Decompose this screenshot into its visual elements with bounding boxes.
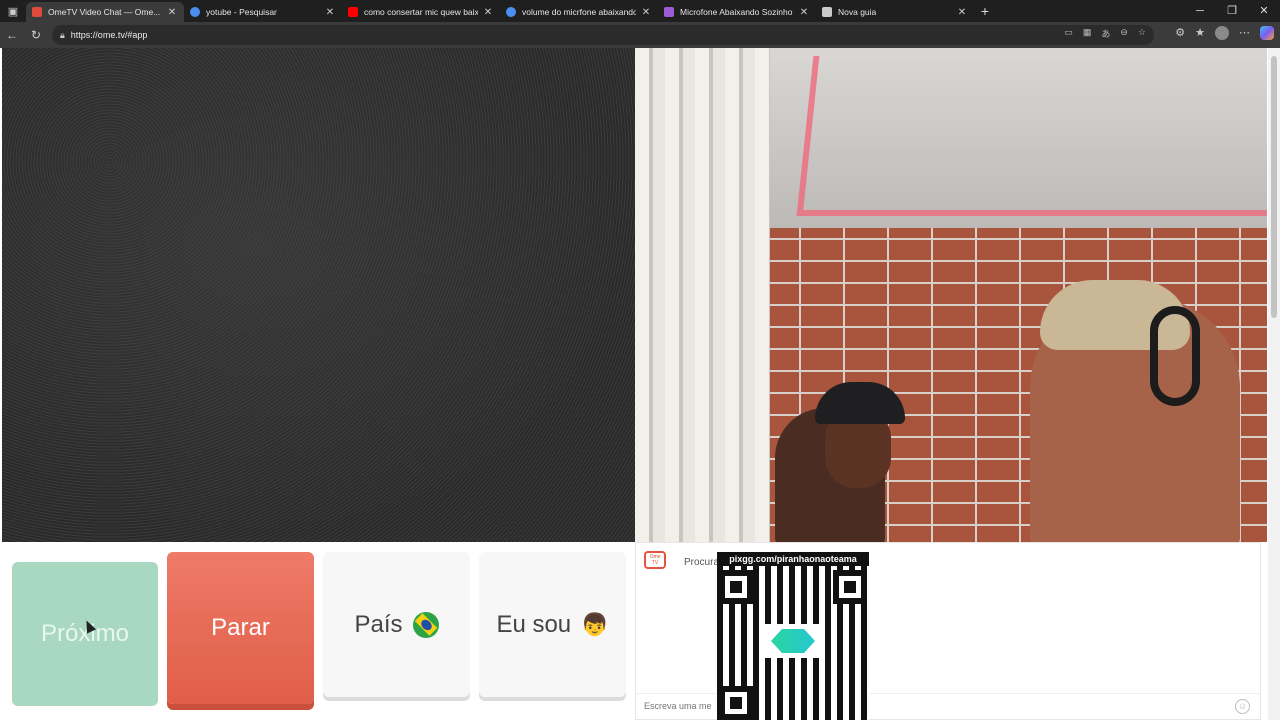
ometv-logo-icon: Ome TV	[644, 551, 666, 569]
close-icon[interactable]: ✕	[324, 7, 336, 18]
copilot-icon[interactable]	[1260, 26, 1274, 40]
scrollbar-thumb[interactable]	[1271, 56, 1277, 318]
search-favicon-icon	[190, 7, 200, 17]
new-tab-plus-icon[interactable]: +	[974, 3, 996, 19]
close-window-icon[interactable]: ✕	[1248, 0, 1280, 22]
country-button[interactable]: País	[323, 552, 470, 697]
page: Próximo Parar País Eu sou 👦 Ome TV Procu…	[0, 48, 1280, 720]
browser-toolbar: ← ↻ 🔒︎ https://ome.tv/#app ▭ ▦ あ ⊖ ☆ ⚙ ★…	[0, 22, 1280, 48]
iam-label: Eu sou	[496, 610, 572, 638]
next-button[interactable]: Próximo	[12, 562, 158, 706]
page-scrollbar[interactable]	[1268, 48, 1280, 720]
tab-actions-menu-icon[interactable]: ▣	[0, 0, 26, 22]
video-curtain	[635, 48, 770, 542]
tab-ometv[interactable]: OmeTV Video Chat — Ome... ✕	[26, 2, 184, 22]
favorites-icon[interactable]: ★	[1195, 26, 1205, 40]
stop-label: Parar	[211, 614, 270, 641]
tab-title: Microfone Abaixando Sozinho (S	[680, 7, 794, 17]
emoji-smiley-icon[interactable]: ☺	[1235, 699, 1250, 714]
close-icon[interactable]: ✕	[482, 7, 494, 18]
search-favicon-icon	[506, 7, 516, 17]
apps-icon[interactable]: ▦	[1083, 27, 1092, 40]
tab-mic-fix[interactable]: como consertar mic quew baixa ✕	[342, 2, 500, 22]
gender-button[interactable]: Eu sou 👦	[479, 552, 626, 697]
qr-finder	[719, 686, 753, 720]
tab-title: como consertar mic quew baixa	[364, 7, 478, 17]
qr-code-image	[717, 566, 869, 720]
address-bar[interactable]: 🔒︎ https://ome.tv/#app ▭ ▦ あ ⊖ ☆	[52, 25, 1154, 45]
brazil-flag-icon	[412, 611, 439, 638]
translate-icon[interactable]: あ	[1101, 27, 1110, 40]
back-arrow-icon[interactable]: ←	[0, 28, 24, 42]
close-icon[interactable]: ✕	[956, 7, 968, 18]
favorite-star-icon[interactable]: ☆	[1138, 27, 1146, 40]
tab-title: yotube - Pesquisar	[206, 7, 277, 17]
extensions-icon[interactable]: ⚙	[1175, 26, 1185, 40]
reader-icon[interactable]: ⊖	[1120, 27, 1128, 40]
minimize-icon[interactable]: ─	[1184, 0, 1216, 22]
lock-icon[interactable]: 🔒︎	[60, 30, 65, 41]
qr-center-logo-icon	[765, 624, 821, 658]
youtube-favicon-icon	[348, 7, 358, 17]
donation-qr-overlay: pixgg.com/piranhaonaoteama	[717, 552, 869, 720]
own-video-static	[2, 48, 635, 542]
video-headset	[1150, 306, 1200, 406]
profile-avatar-icon[interactable]	[1215, 26, 1229, 40]
tab-new[interactable]: Nova guia ✕	[816, 2, 974, 22]
omnibox-icons: ▭ ▦ あ ⊖ ☆	[1064, 27, 1146, 40]
close-icon[interactable]: ✕	[640, 7, 652, 18]
tab-yotube[interactable]: yotube - Pesquisar ✕	[184, 2, 342, 22]
boy-emoji-icon: 👦	[581, 611, 609, 637]
ometv-favicon-icon	[32, 7, 42, 17]
url-text: https://ome.tv/#app	[70, 30, 148, 40]
camera-icon[interactable]: ▭	[1064, 27, 1073, 40]
window-controls: ─ ❐ ✕	[1184, 0, 1280, 22]
control-panel: Próximo Parar País Eu sou 👦	[2, 542, 635, 720]
tab-title: OmeTV Video Chat — Ome...	[48, 7, 161, 17]
video-led-cove	[796, 56, 1267, 216]
site-favicon-icon	[664, 7, 674, 17]
reload-icon[interactable]: ↻	[24, 28, 48, 42]
new-tab-favicon-icon	[822, 7, 832, 17]
more-menu-icon[interactable]: ⋯	[1239, 26, 1250, 40]
tab-mic-volume[interactable]: volume do micrfone abaixando s ✕	[500, 2, 658, 22]
qr-finder	[719, 570, 753, 604]
partner-video	[635, 48, 1267, 542]
stop-button[interactable]: Parar	[167, 552, 314, 704]
toolbar-right: ⚙ ★ ⋯	[1175, 26, 1274, 40]
chat-status-text: Procura	[684, 557, 720, 568]
tab-title: Nova guia	[838, 7, 877, 17]
country-label: País	[354, 610, 403, 638]
tab-mic-lowering[interactable]: Microfone Abaixando Sozinho (S ✕	[658, 2, 816, 22]
close-icon[interactable]: ✕	[798, 7, 810, 18]
qr-finder	[833, 570, 867, 604]
close-icon[interactable]: ✕	[166, 7, 178, 18]
restore-icon[interactable]: ❐	[1216, 0, 1248, 22]
qr-url-label: pixgg.com/piranhaonaoteama	[717, 552, 869, 566]
tab-title: volume do micrfone abaixando s	[522, 7, 636, 17]
tab-strip: ▣ OmeTV Video Chat — Ome... ✕ yotube - P…	[0, 0, 1280, 22]
